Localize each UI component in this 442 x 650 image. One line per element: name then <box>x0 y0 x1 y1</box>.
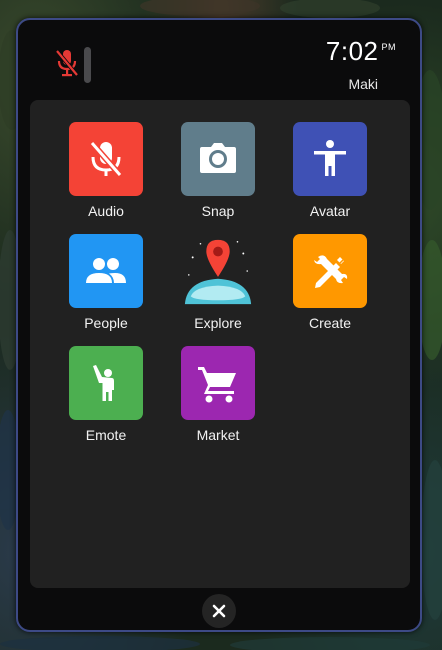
app-create-label: Create <box>308 315 352 331</box>
clock-time: 7:02 <box>325 36 379 66</box>
app-avatar-label: Avatar <box>309 203 351 219</box>
app-audio-label: Audio <box>88 203 124 219</box>
app-people-label: People <box>84 315 128 331</box>
app-avatar-tile[interactable] <box>293 122 367 196</box>
app-explore-tile[interactable] <box>181 234 255 308</box>
app-create-tile[interactable] <box>293 234 367 308</box>
app-people[interactable]: People <box>61 234 151 331</box>
app-snap[interactable]: Snap <box>173 122 263 219</box>
map-pin-globe-icon <box>184 239 252 305</box>
app-snap-tile[interactable] <box>181 122 255 196</box>
app-explore-label: Explore <box>194 315 242 331</box>
app-audio[interactable]: Audio <box>61 122 151 219</box>
app-market-tile[interactable] <box>181 346 255 420</box>
app-explore[interactable]: Explore <box>173 234 263 331</box>
app-market-label: Market <box>196 427 240 443</box>
mic-off-icon <box>89 141 123 177</box>
username: Maki <box>348 76 378 92</box>
people-icon <box>86 258 126 283</box>
wave-person-icon <box>93 365 114 401</box>
mic-level-bar <box>84 47 91 83</box>
app-emote-label: Emote <box>85 427 127 443</box>
tools-icon <box>314 255 348 288</box>
app-market[interactable]: Market <box>173 346 263 443</box>
apps-panel: Audio Snap Avatar People Explore Create … <box>30 100 410 588</box>
menu-tablet: 7:02 PM Maki Audio Snap Avatar People Ex… <box>16 18 422 632</box>
cart-icon <box>198 367 236 403</box>
person-icon <box>314 140 346 176</box>
app-emote-tile[interactable] <box>69 346 143 420</box>
close-button[interactable] <box>202 594 236 628</box>
close-icon <box>212 604 226 618</box>
camera-icon <box>200 143 236 173</box>
clock: 7:02 PM <box>326 36 396 67</box>
app-snap-label: Snap <box>201 203 235 219</box>
clock-ampm: PM <box>381 42 396 52</box>
app-create[interactable]: Create <box>285 234 375 331</box>
app-avatar[interactable]: Avatar <box>285 122 375 219</box>
mic-off-icon[interactable] <box>54 48 80 78</box>
app-emote[interactable]: Emote <box>61 346 151 443</box>
app-people-tile[interactable] <box>69 234 143 308</box>
app-audio-tile[interactable] <box>69 122 143 196</box>
